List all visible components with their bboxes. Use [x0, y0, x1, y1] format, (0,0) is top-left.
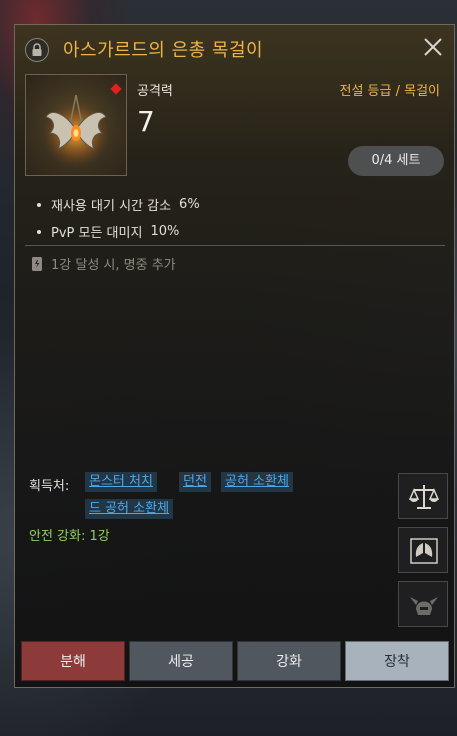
upgrade-note: 1강 달성 시, 명중 추가: [31, 254, 176, 273]
action-buttons: 분해 세공 강화 장착: [21, 641, 451, 681]
appearance-button[interactable]: [398, 581, 448, 627]
dismantle-button[interactable]: 분해: [21, 641, 125, 681]
title-bar: 아스가르드의 은총 목걸이: [15, 25, 454, 73]
safe-enhance: 안전 강화: 1강: [29, 529, 110, 544]
equip-button[interactable]: 장착: [345, 641, 449, 681]
source-tag-void-summon-2[interactable]: 드 공허 소환체: [85, 499, 174, 519]
source-label: 획득처:: [29, 479, 70, 494]
item-grade: 전설 등급 / 목걸이: [339, 84, 441, 99]
compare-stats-button[interactable]: [398, 473, 448, 519]
source-tag-void-summon[interactable]: 공허 소환체: [221, 472, 293, 492]
effect-name: PvP 모든 대미지: [51, 226, 143, 241]
lock-icon[interactable]: [25, 38, 49, 62]
item-title: 아스가르드의 은총 목걸이: [63, 40, 264, 61]
effect-value: 6%: [179, 197, 200, 212]
scale-icon: [408, 485, 440, 509]
wing-compare-button[interactable]: [398, 527, 448, 573]
close-icon[interactable]: [420, 34, 446, 60]
compare-icon: [410, 538, 438, 564]
bullet-icon: [37, 229, 41, 234]
divider: [25, 245, 445, 246]
effect-value: 10%: [150, 224, 180, 239]
helmet-icon: [410, 597, 438, 615]
item-tooltip-panel: 아스가르드의 은총 목걸이 공격력 7 전설 등급 / 목걸이 0/4 세트 재…: [14, 24, 455, 688]
effect-item: 재사용 대기 시간 감소 6%: [37, 191, 200, 218]
stat-value: 7: [137, 105, 155, 138]
source-tag-monster[interactable]: 몬스터 처치: [85, 472, 157, 492]
item-icon-frame: [25, 74, 127, 176]
effect-list: 재사용 대기 시간 감소 6% PvP 모든 대미지 10%: [37, 191, 200, 245]
source-tag-dungeon[interactable]: 던전: [179, 472, 211, 492]
effect-item: PvP 모든 대미지 10%: [37, 218, 200, 245]
enhance-card-icon: [32, 256, 42, 271]
bullet-icon: [37, 202, 41, 207]
effect-name: 재사용 대기 시간 감소: [51, 199, 172, 214]
set-progress-button[interactable]: 0/4 세트: [348, 146, 444, 176]
upgrade-note-text: 1강 달성 시, 명중 추가: [51, 258, 176, 273]
enhance-button[interactable]: 강화: [237, 641, 341, 681]
stat-label: 공격력: [137, 84, 173, 99]
refine-button[interactable]: 세공: [129, 641, 233, 681]
